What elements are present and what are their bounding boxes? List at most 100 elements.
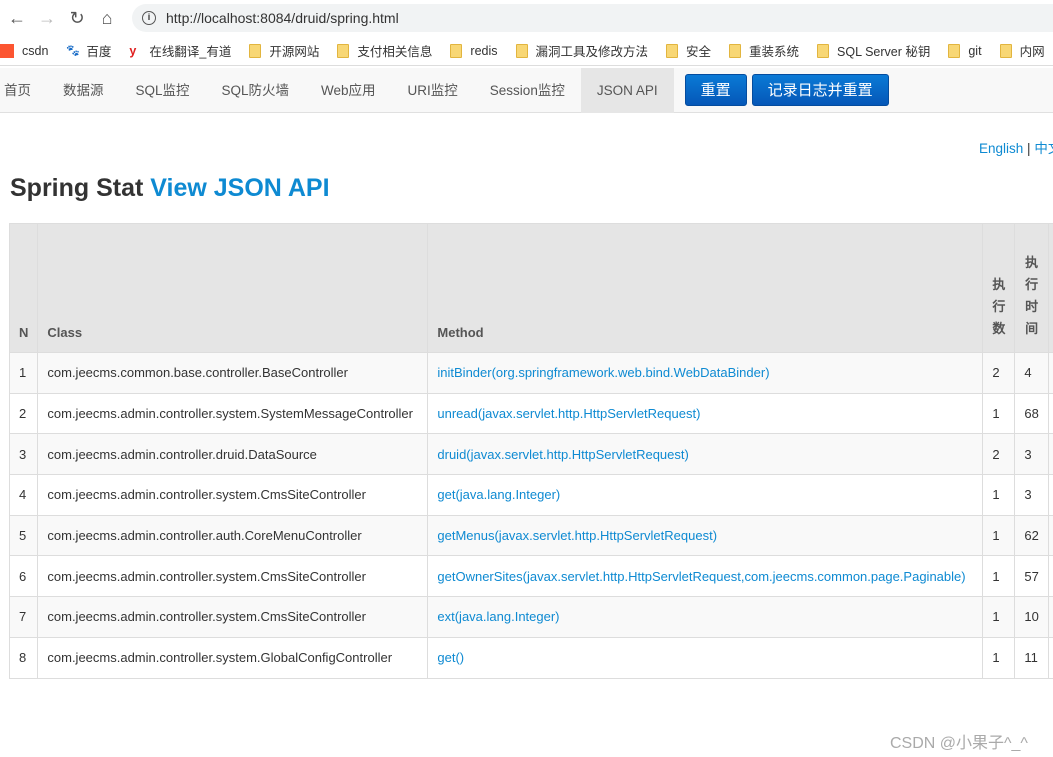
row-exec-count: 2 [982, 433, 1016, 476]
nav-tab[interactable]: Session监控 [474, 68, 581, 113]
bookmark-item[interactable]: csdn [0, 43, 49, 58]
bookmark-label: csdn [22, 43, 49, 58]
bookmark-label: 百度 [86, 45, 112, 59]
row-method: get() [427, 636, 984, 679]
folder-icon [249, 43, 262, 58]
bookmark-item[interactable]: 漏洞工具及修改方法 [515, 41, 649, 60]
header-class[interactable]: Class [37, 223, 429, 353]
method-link[interactable]: druid(javax.servlet.http.HttpServletRequ… [437, 447, 688, 462]
nav-tab[interactable]: URI监控 [392, 68, 474, 113]
row-exec-time: 3 [1014, 433, 1049, 476]
row-index: 4 [8, 474, 39, 516]
bookmark-item[interactable]: redis [450, 43, 498, 58]
nav-tab[interactable]: Web应用 [305, 68, 392, 113]
header-n[interactable]: N [8, 223, 39, 353]
row-more [1047, 352, 1053, 394]
method-link[interactable]: get() [437, 650, 464, 665]
forward-icon[interactable]: → [32, 8, 62, 29]
table-row: 6 com.jeecms.admin.controller.system.CmsS… [8, 555, 1053, 598]
bookmark-item[interactable]: 重装系统 [729, 41, 799, 60]
bookmark-label: 开源网站 [269, 45, 320, 59]
row-index: 2 [8, 392, 39, 435]
row-exec-count: 1 [982, 596, 1016, 638]
row-exec-count: 1 [982, 392, 1016, 435]
log-and-reset-button[interactable]: 记录日志并重置 [751, 74, 889, 106]
table-row: 7 com.jeecms.admin.controller.system.CmsS… [8, 596, 1053, 638]
row-exec-time: 4 [1014, 352, 1049, 394]
back-icon[interactable]: ← [2, 8, 32, 29]
method-link[interactable]: unread(javax.servlet.http.HttpServletReq… [437, 406, 700, 421]
english-link[interactable]: English [979, 141, 1023, 156]
youdao-logo-icon: y [129, 43, 137, 58]
folder-icon [666, 43, 679, 58]
bookmark-item[interactable]: git [948, 43, 982, 58]
row-more [1047, 596, 1053, 638]
reset-button[interactable]: 重置 [684, 74, 747, 106]
bookmark-item[interactable]: 🐾 百度 [66, 41, 111, 60]
folder-icon [450, 43, 463, 58]
row-more [1047, 433, 1053, 476]
row-class: com.jeecms.common.base.controller.BaseCo… [37, 352, 429, 394]
row-index: 3 [8, 433, 39, 476]
method-link[interactable]: getMenus(javax.servlet.http.HttpServletR… [437, 528, 717, 543]
row-method: getMenus(javax.servlet.http.HttpServletR… [427, 514, 984, 557]
bookmark-label: redis [470, 43, 498, 58]
watermark: CSDN @小果子^_^ [890, 735, 1028, 752]
top-nav: 首页 数据源 SQL监控 SQL防火墙 Web应用 URI监控 Session监控 JSON … [0, 67, 1053, 113]
row-index: 7 [8, 596, 39, 638]
bookmark-label: 支付相关信息 [357, 45, 433, 59]
row-index: 8 [8, 636, 39, 679]
row-more [1047, 474, 1053, 516]
row-class: com.jeecms.admin.controller.system.CmsSi… [37, 555, 429, 598]
row-class: com.jeecms.admin.controller.system.CmsSi… [37, 474, 429, 516]
bookmark-item[interactable]: 内网 [999, 41, 1045, 60]
bookmark-label: git [968, 43, 982, 58]
nav-tab[interactable]: SQL监控 [120, 68, 206, 113]
row-index: 6 [8, 555, 39, 598]
row-exec-time: 10 [1014, 596, 1049, 638]
url-text: http://localhost:8084/druid/spring.html [166, 10, 399, 26]
folder-icon [515, 43, 528, 58]
bookmark-label: 在线翻译_有道 [149, 45, 232, 59]
row-method: druid(javax.servlet.http.HttpServletRequ… [427, 433, 984, 476]
bookmark-label: 重装系统 [749, 45, 800, 59]
nav-tab[interactable]: JSON API [580, 67, 674, 113]
row-exec-count: 2 [982, 352, 1016, 394]
url-input[interactable]: i http://localhost:8084/druid/spring.html [132, 4, 1053, 32]
row-index: 5 [8, 514, 39, 557]
row-exec-time: 57 [1014, 555, 1049, 598]
method-link[interactable]: initBinder(org.springframework.web.bind.… [437, 365, 769, 380]
bookmark-item[interactable]: y 在线翻译_有道 [129, 41, 231, 60]
page-title: Spring Stat View JSON API [10, 174, 330, 203]
row-class: com.jeecms.admin.controller.system.Globa… [37, 636, 429, 679]
view-json-api-link[interactable]: View JSON API [150, 174, 329, 202]
info-icon[interactable]: i [142, 11, 156, 25]
home-icon[interactable]: ⌂ [92, 8, 122, 29]
folder-icon [337, 43, 350, 58]
nav-tab[interactable]: 首页 [0, 68, 47, 113]
row-class: com.jeecms.admin.controller.system.CmsSi… [37, 596, 429, 638]
nav-tab[interactable]: 数据源 [47, 68, 120, 113]
bookmark-label: SQL Server 秘钥 [837, 45, 931, 59]
lang-separator: | [1027, 141, 1031, 156]
bookmark-item[interactable]: 支付相关信息 [337, 41, 432, 60]
method-link[interactable]: get(java.lang.Integer) [437, 487, 560, 502]
nav-tab[interactable]: SQL防火墙 [206, 68, 306, 113]
method-link[interactable]: ext(java.lang.Integer) [437, 609, 559, 624]
header-method[interactable]: Method [427, 223, 984, 353]
chinese-link[interactable]: 中文 [1034, 141, 1053, 156]
row-class: com.jeecms.admin.controller.druid.DataSo… [37, 433, 429, 476]
bookmark-item[interactable]: 安全 [666, 41, 711, 60]
bookmark-item[interactable]: 开源网站 [249, 41, 319, 60]
row-method: getOwnerSites(javax.servlet.http.HttpSer… [427, 555, 984, 598]
baidu-logo-icon: 🐾 [66, 44, 81, 57]
header-exec-count[interactable]: 执行数 [982, 223, 1016, 353]
row-index: 1 [8, 352, 39, 394]
row-exec-count: 1 [982, 555, 1016, 598]
header-exec-time[interactable]: 执行时间 [1014, 223, 1049, 353]
reload-icon[interactable]: ↻ [62, 8, 92, 29]
table-row: 1 com.jeecms.common.base.controller.BaseC… [8, 352, 1053, 394]
method-link[interactable]: getOwnerSites(javax.servlet.http.HttpSer… [437, 569, 965, 584]
bookmark-item[interactable]: SQL Server 秘钥 [817, 41, 930, 60]
bookmark-label: 漏洞工具及修改方法 [535, 45, 649, 59]
